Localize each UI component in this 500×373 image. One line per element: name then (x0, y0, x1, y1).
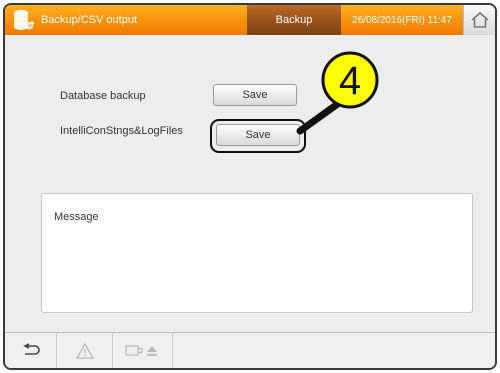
datetime-display: 26/08/2016(FRI) 11:47 (341, 5, 463, 35)
callout-marker: 4 (296, 51, 379, 135)
back-arrow-icon (22, 342, 40, 355)
message-label: Message (54, 211, 99, 223)
home-button[interactable] (463, 5, 495, 35)
warning-button[interactable] (57, 333, 113, 368)
header-bar: Backup/CSV output Backup 26/08/2016(FRI)… (5, 5, 495, 35)
screen-title-bar: Backup/CSV output (5, 5, 247, 35)
back-button[interactable] (5, 333, 57, 368)
intellicon-settings-label: IntelliConStngs&LogFiles (60, 125, 183, 137)
screen-title: Backup/CSV output (41, 14, 138, 26)
tab-backup[interactable]: Backup (247, 5, 341, 35)
callout-number: 4 (339, 59, 361, 103)
intellicon-save-button[interactable]: Save (216, 124, 300, 146)
home-icon (470, 11, 489, 28)
database-icon (14, 10, 35, 31)
warning-icon (75, 342, 94, 359)
datetime-text: 26/08/2016(FRI) 11:47 (352, 14, 452, 26)
tab-backup-label: Backup (275, 14, 313, 26)
footer-toolbar (5, 332, 495, 368)
database-backup-save-button[interactable]: Save (213, 84, 297, 106)
database-backup-label: Database backup (60, 90, 146, 102)
usb-eject-button[interactable] (113, 333, 173, 368)
app-window: Backup/CSV output Backup 26/08/2016(FRI)… (3, 3, 497, 370)
usb-eject-icon (124, 344, 157, 356)
message-box: Message (41, 193, 473, 313)
